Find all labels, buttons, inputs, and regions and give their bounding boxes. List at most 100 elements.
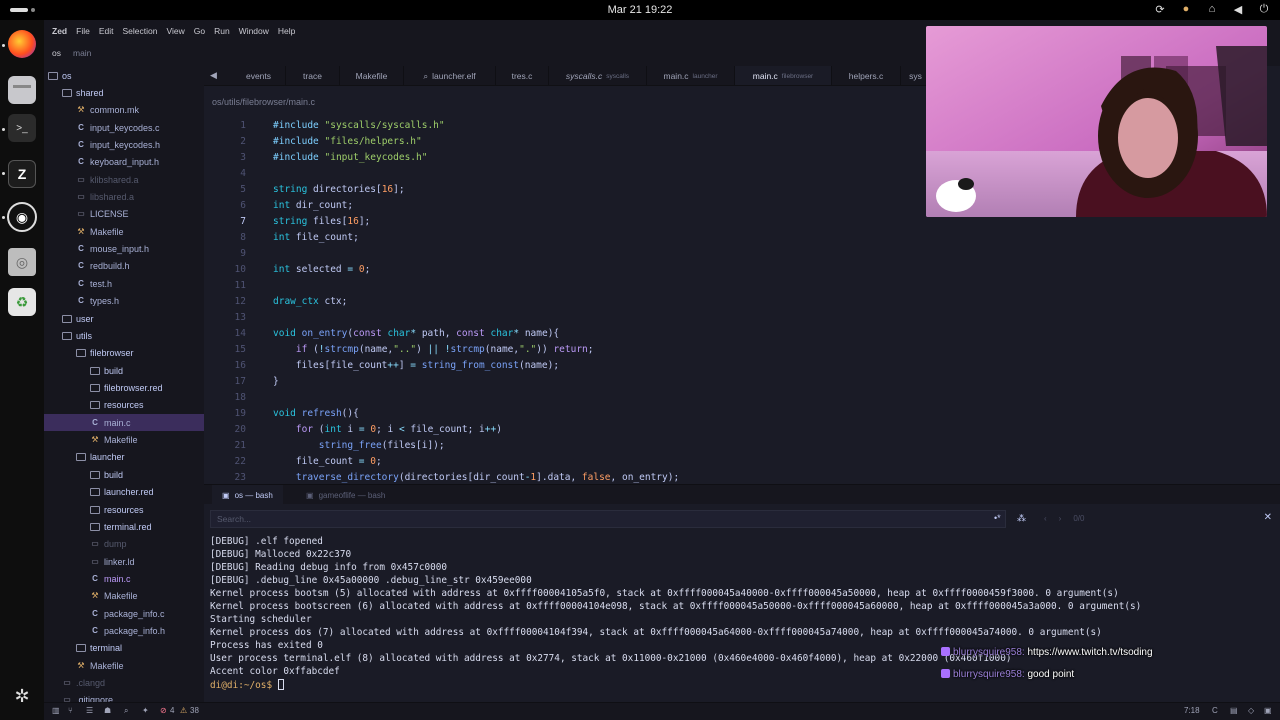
project-tree-item[interactable]: ▭ libshared.a [44,189,204,206]
project-tree-item[interactable]: Cmouse_input.h [44,241,204,258]
terminal-tab-gameoflife[interactable]: ▣ gameoflife — bash [296,485,395,505]
project-tree-item[interactable]: terminal.red [44,518,204,535]
code-line[interactable]: string_free(files[i]); [273,440,445,451]
project-tree-item[interactable]: ▭ klibshared.a [44,171,204,188]
assistant-icon[interactable]: ◇ [1248,706,1254,715]
ai-icon[interactable]: ✦ [142,706,149,715]
trash-icon[interactable]: ♻ [8,288,36,316]
code-line[interactable]: #include "files/helpers.h" [273,136,422,147]
project-tree-item[interactable]: ⚒ Makefile [44,223,204,240]
code-line[interactable]: int file_count; [273,232,359,243]
project-tree-item[interactable]: Cpackage_info.c [44,605,204,622]
project-tree-item[interactable]: Cpackage_info.h [44,623,204,640]
show-apps-icon[interactable]: ✲ [8,682,36,710]
terminal-icon[interactable]: >_ [8,114,36,142]
branch-name[interactable]: main [73,48,91,58]
warning-count[interactable]: 38 [190,706,199,715]
feedback-icon[interactable]: ▤ [1230,706,1238,715]
editor-tab[interactable]: ⌕ launcher.elf [404,66,496,85]
project-tree-item[interactable]: launcher.red [44,484,204,501]
notifications-icon[interactable]: ▣ [1264,706,1272,715]
project-tree-item[interactable]: ⚒ Makefile [44,588,204,605]
warning-icon[interactable]: ⚠ [180,706,187,715]
editor-tab[interactable]: sys [901,66,926,85]
close-icon[interactable]: ✕ [1264,512,1272,523]
code-line[interactable]: files[file_count++] = string_from_const(… [273,360,559,371]
activities-indicator[interactable] [10,8,40,12]
navigate-back-icon[interactable]: ◀ [210,70,217,81]
project-tree-item[interactable]: shared [44,84,204,101]
menu-view[interactable]: View [166,26,184,36]
editor-tab[interactable]: main.c launcher [647,66,735,85]
error-count[interactable]: 4 [170,706,174,715]
project-tree-item[interactable]: os [44,67,204,84]
clock[interactable]: Mar 21 19:22 [0,4,1280,16]
network-icon[interactable]: ⌂ [1206,3,1218,16]
editor-tab[interactable]: tres.c [496,66,549,85]
editor-tab[interactable]: trace [286,66,340,85]
project-tree-item[interactable]: Cinput_keycodes.c [44,119,204,136]
microphone-icon[interactable]: ● [1180,3,1192,16]
code-line[interactable]: if (!strcmp(name,"..") || !strcmp(name,"… [273,344,594,355]
git-icon[interactable]: ⑂ [68,706,73,715]
project-name[interactable]: os [52,48,61,58]
code-line[interactable]: #include "input_keycodes.h" [273,152,427,163]
code-line[interactable]: draw_ctx ctx; [273,296,347,307]
project-tree-item[interactable]: filebrowser [44,345,204,362]
menu-edit[interactable]: Edit [99,26,114,36]
terminal-output[interactable]: [DEBUG] .elf fopened [DEBUG] Malloced 0x2… [204,534,1280,702]
code-line[interactable]: void refresh(){ [273,408,359,419]
menu-go[interactable]: Go [194,26,205,36]
project-tree-item[interactable]: ▭ dump [44,536,204,553]
code-line[interactable]: void on_entry(const char* path, const ch… [273,328,559,339]
project-tree-item[interactable]: Cmain.c [44,414,204,432]
project-tree-item[interactable]: resources [44,397,204,414]
project-tree-item[interactable]: resources [44,501,204,518]
project-tree-item[interactable]: build [44,362,204,379]
update-icon[interactable]: ⟳ [1154,3,1166,16]
menu-selection[interactable]: Selection [122,26,157,36]
project-tree-item[interactable]: Ctypes.h [44,293,204,310]
project-tree-item[interactable]: ▭ LICENSE [44,206,204,223]
search-options-icon[interactable]: •* [994,513,1001,523]
disk-icon[interactable]: ◎ [8,248,36,276]
previous-match-icon[interactable]: ‹ [1044,514,1047,523]
project-tree-item[interactable]: ▭ linker.ld [44,553,204,570]
menu-file[interactable]: File [76,26,90,36]
editor-tab[interactable]: Makefile [340,66,404,85]
terminal-search-input[interactable]: Search... [210,510,1006,528]
project-tree-item[interactable]: ▭ .clangd [44,675,204,692]
cursor-position[interactable]: 7:18 [1184,706,1200,715]
menu-window[interactable]: Window [239,26,269,36]
project-tree-item[interactable]: utils [44,327,204,344]
terminal-prompt-line[interactable]: di@di:~/os$ [210,679,284,691]
regex-toggle-icon[interactable]: ⁂ [1017,513,1026,524]
editor-tab[interactable]: events [232,66,286,85]
project-tree-item[interactable]: ⚒ common.mk [44,102,204,119]
code-line[interactable]: file_count = 0; [273,456,382,467]
project-tree-item[interactable]: Ctest.h [44,275,204,292]
obs-icon[interactable]: ◉ [7,202,37,232]
project-tree-item[interactable]: user [44,310,204,327]
power-icon[interactable]: ⏻ [1258,3,1270,16]
code-line[interactable]: int dir_count; [273,200,353,211]
next-match-icon[interactable]: › [1059,514,1062,523]
outline-icon[interactable]: ☰ [86,706,93,715]
project-tree-item[interactable]: ⚒ Makefile [44,432,204,449]
menu-run[interactable]: Run [214,26,230,36]
code-line[interactable]: traverse_directory(directories[dir_count… [273,472,679,483]
project-tree-item[interactable]: terminal [44,640,204,657]
project-tree-item[interactable]: Credbuild.h [44,258,204,275]
project-tree-item[interactable]: ⚒ Makefile [44,657,204,674]
project-tree-item[interactable]: Cmain.c [44,570,204,587]
menu-help[interactable]: Help [278,26,295,36]
code-line[interactable]: string files[16]; [273,216,370,227]
code-line[interactable]: int selected = 0; [273,264,370,275]
project-tree-item[interactable]: ▭ .gitignore [44,692,204,702]
editor-tab[interactable]: syscalls.c syscalls [549,66,647,85]
project-tree-item[interactable]: Ckeyboard_input.h [44,154,204,171]
code-line[interactable]: } [273,376,279,387]
project-tree-item[interactable]: build [44,466,204,483]
language-selector[interactable]: C [1212,706,1218,715]
code-line[interactable]: #include "syscalls/syscalls.h" [273,120,445,131]
